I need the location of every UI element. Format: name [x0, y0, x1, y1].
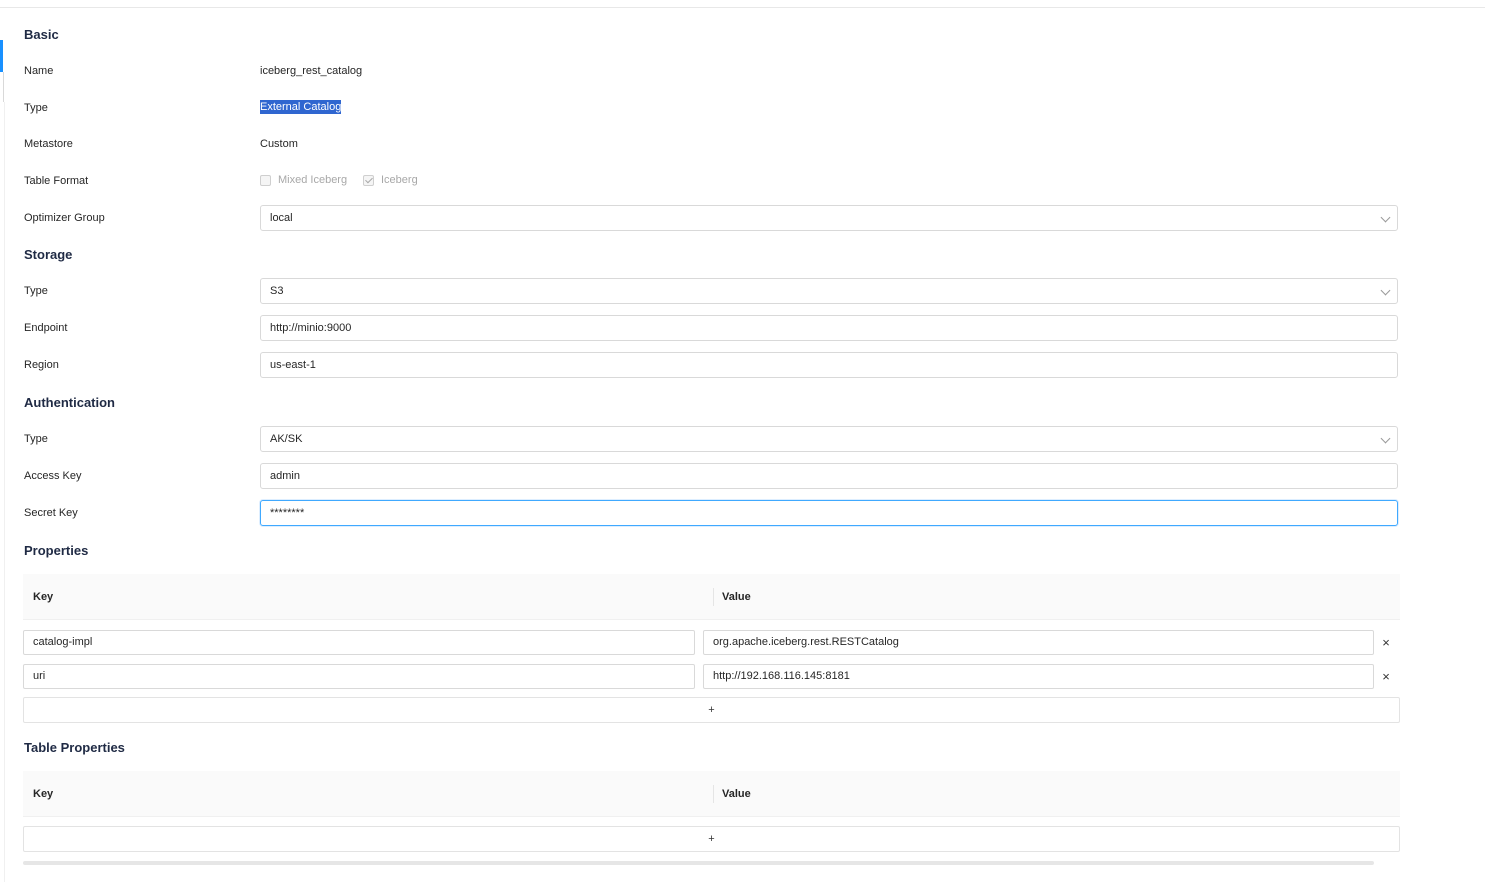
storage-type-value: S3 [270, 285, 284, 297]
secret-key-input[interactable]: ******** [260, 500, 1398, 526]
section-title-basic: Basic [24, 27, 59, 42]
section-title-storage: Storage [24, 247, 73, 262]
close-icon[interactable]: × [1380, 636, 1392, 650]
auth-type-label: Type [24, 433, 48, 445]
section-title-table-properties: Table Properties [24, 740, 125, 755]
chevron-down-icon [1380, 285, 1391, 296]
horizontal-scrollbar[interactable] [23, 861, 1374, 865]
optimizer-group-value: local [270, 212, 293, 224]
metastore-label: Metastore [24, 138, 73, 150]
table-properties-table-header: Key Value [23, 771, 1400, 817]
add-property-button[interactable]: + [23, 697, 1400, 723]
property-key-input[interactable]: catalog-impl [23, 630, 695, 655]
properties-table-header: Key Value [23, 574, 1400, 620]
section-title-properties: Properties [24, 543, 89, 558]
metastore-value: Custom [260, 138, 298, 150]
checkbox-label: Mixed Iceberg [278, 174, 348, 186]
close-icon[interactable]: × [1380, 670, 1392, 684]
table-format-mixed-iceberg-checkbox[interactable]: Mixed Iceberg [260, 174, 347, 186]
secret-key-label: Secret Key [24, 507, 78, 519]
region-input[interactable]: us-east-1 [260, 352, 1398, 378]
auth-type-value: AK/SK [270, 433, 303, 445]
table-format-iceberg-checkbox[interactable]: Iceberg [363, 174, 418, 186]
endpoint-input[interactable]: http://minio:9000 [260, 315, 1398, 341]
section-title-authentication: Authentication [24, 395, 115, 410]
column-separator [713, 785, 714, 803]
value-column-header: Value [722, 591, 751, 603]
name-value: iceberg_rest_catalog [260, 65, 363, 77]
top-divider [0, 7, 1485, 8]
add-table-property-button[interactable]: + [23, 826, 1400, 852]
value-column-header: Value [722, 788, 751, 800]
nav-rail-segment [3, 72, 4, 102]
key-column-header: Key [33, 788, 54, 800]
storage-type-select[interactable]: S3 [260, 278, 1398, 304]
property-value-input[interactable]: http://192.168.116.145:8181 [703, 664, 1374, 689]
chevron-down-icon [1380, 433, 1391, 444]
type-label: Type [24, 102, 48, 114]
property-key-input[interactable]: uri [23, 664, 695, 689]
chevron-down-icon [1380, 212, 1391, 223]
left-edge-divider [4, 102, 5, 882]
name-label: Name [24, 65, 54, 77]
endpoint-label: Endpoint [24, 322, 68, 334]
checkbox-box[interactable] [260, 174, 271, 186]
auth-type-select[interactable]: AK/SK [260, 426, 1398, 452]
type-value: External Catalog [260, 100, 342, 114]
access-key-input[interactable]: admin [260, 463, 1398, 489]
checkbox-box-checked[interactable] [363, 174, 374, 186]
region-label: Region [24, 359, 59, 371]
table-format-label: Table Format [24, 175, 89, 187]
column-separator [713, 588, 714, 606]
key-column-header: Key [33, 591, 54, 603]
optimizer-group-select[interactable]: local [260, 205, 1398, 231]
active-nav-indicator [0, 40, 3, 72]
storage-type-label: Type [24, 285, 48, 297]
access-key-label: Access Key [24, 470, 82, 482]
type-value-selected-text: External Catalog [260, 100, 342, 114]
optimizer-group-label: Optimizer Group [24, 212, 105, 224]
property-value-input[interactable]: org.apache.iceberg.rest.RESTCatalog [703, 630, 1374, 655]
checkbox-label: Iceberg [381, 174, 418, 186]
